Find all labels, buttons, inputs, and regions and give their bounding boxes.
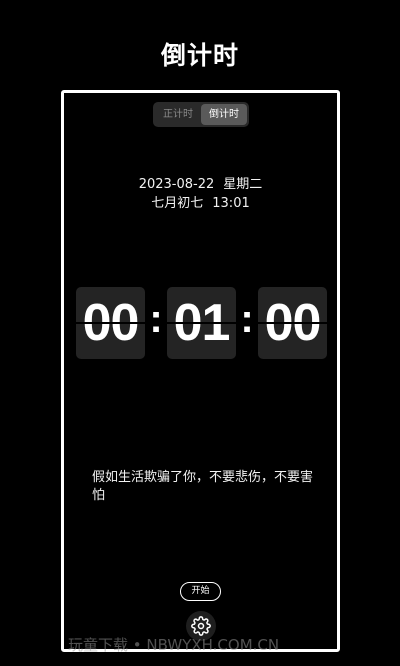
date-text: 2023-08-22: [138, 177, 215, 192]
hours-digits: 00: [82, 294, 140, 352]
gear-icon: [191, 616, 211, 636]
app-preview-frame: 正计时 倒计时 2023-08-22 星期二 七月初七 13:01 00 : 01 …: [61, 90, 340, 652]
start-button[interactable]: 开始: [180, 582, 221, 601]
weekday-text: 星期二: [223, 177, 263, 192]
minutes-digits: 01: [173, 294, 231, 352]
seconds-card: 00: [258, 287, 327, 359]
time-text: 13:01: [212, 196, 250, 211]
watermark-text: 玩童下载 • NBWYXH.COM.CN: [68, 636, 280, 654]
seconds-digits: 00: [264, 294, 322, 352]
tab-countdown[interactable]: 倒计时: [201, 104, 247, 125]
mode-toggle: 正计时 倒计时: [153, 102, 249, 127]
tab-count-up[interactable]: 正计时: [155, 104, 201, 125]
page-title: 倒计时: [160, 41, 239, 70]
motto-text: 假如生活欺骗了你，不要悲伤，不要害怕: [92, 470, 314, 503]
clock-separator: :: [240, 297, 254, 341]
lunar-time-display: 七月初七 13:01: [64, 192, 337, 211]
lunar-date-text: 七月初七: [151, 196, 204, 211]
clock-separator: :: [149, 297, 163, 341]
countdown-clock: 00 : 01 : 00: [76, 287, 328, 359]
hours-card: 00: [76, 287, 145, 359]
minutes-card: 01: [167, 287, 236, 359]
date-display: 2023-08-22 星期二: [64, 173, 337, 192]
